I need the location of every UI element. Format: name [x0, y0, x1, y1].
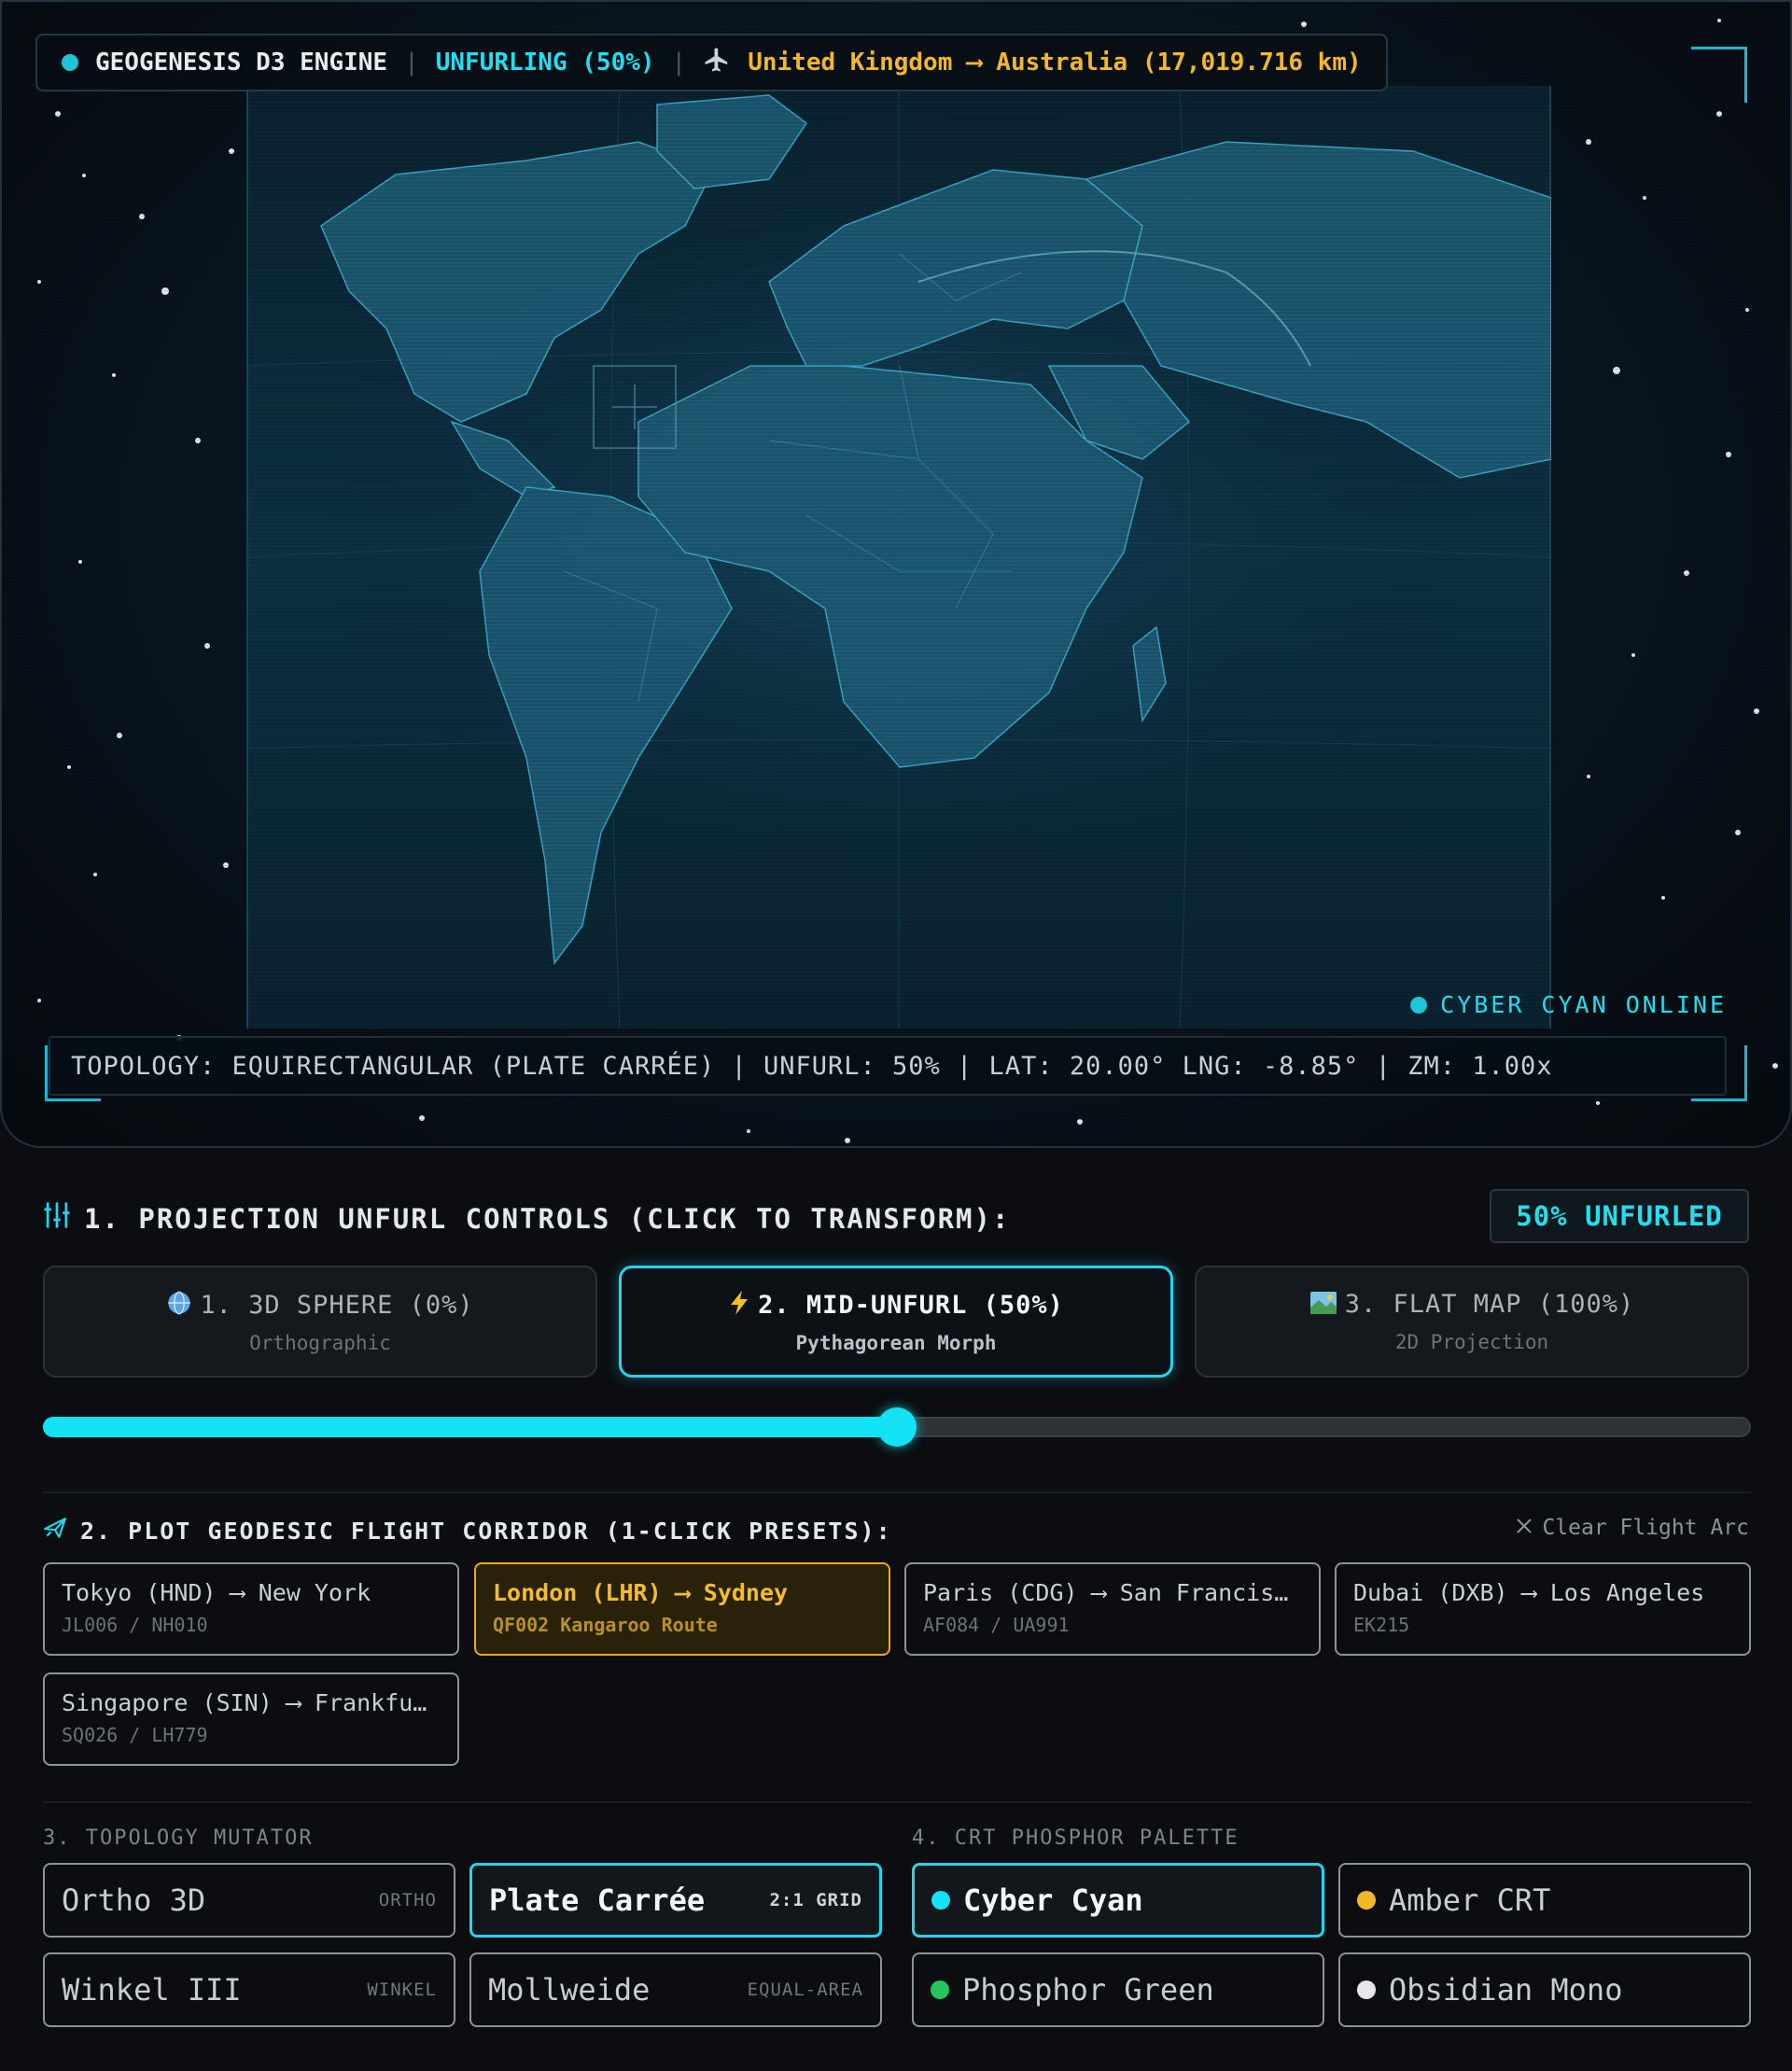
palette-phosphor-green-button[interactable]: Phosphor Green — [912, 1952, 1324, 2027]
mode-3d-sphere-button[interactable]: 1. 3D SPHERE (0%) Orthographic — [43, 1266, 597, 1378]
route-preset-dubai-losangeles[interactable]: Dubai (DXB) ⟶ Los Angeles EK215 — [1335, 1562, 1751, 1656]
frame-corner — [1691, 47, 1747, 103]
map-icon — [1309, 1291, 1337, 1322]
slider-fill — [43, 1417, 897, 1437]
palette-amber-crt-button[interactable]: Amber CRT — [1338, 1863, 1751, 1938]
topology-readout: TOPOLOGY: EQUIRECTANGULAR (PLATE CARRÉE)… — [49, 1036, 1727, 1096]
route-preset-paris-sanfrancisco[interactable]: Paris (CDG) ⟶ San Francisco AF084 / UA99… — [904, 1562, 1321, 1656]
topology-ortho-3d-button[interactable]: Ortho 3D ORTHO — [43, 1863, 455, 1938]
globe-icon — [166, 1290, 192, 1322]
cyan-swatch — [931, 1891, 950, 1910]
engine-status-bar: GEOGENESIS D3 ENGINE | UNFURLING (50%) |… — [35, 34, 1388, 91]
palette-cyber-cyan-button[interactable]: Cyber Cyan — [912, 1863, 1324, 1938]
topology-winkel-iii-button[interactable]: Winkel III WINKEL — [43, 1952, 455, 2027]
topology-mutator-label: 3. TOPOLOGY MUTATOR — [43, 1826, 314, 1850]
sliders-icon — [43, 1200, 71, 1237]
clear-flight-arc-button[interactable]: Clear Flight Arc — [1516, 1516, 1749, 1540]
palette-obsidian-mono-button[interactable]: Obsidian Mono — [1338, 1952, 1751, 2027]
route-preset-london-sydney[interactable]: London (LHR) ⟶ Sydney QF002 Kangaroo Rou… — [474, 1562, 890, 1656]
route-preset-singapore-frankfurt[interactable]: Singapore (SIN) ⟶ Frankfurt SQ026 / LH77… — [43, 1672, 459, 1766]
route-preset-tokyo-newyork[interactable]: Tokyo (HND) ⟶ New York JL006 / NH010 — [43, 1562, 459, 1656]
unfurl-badge: 50% UNFURLED — [1490, 1189, 1749, 1243]
online-dot — [1410, 996, 1428, 1014]
close-icon — [1516, 1516, 1533, 1540]
map-viewport[interactable]: GEOGENESIS D3 ENGINE | UNFURLING (50%) |… — [0, 0, 1792, 1148]
projection-controls-heading: 1. PROJECTION UNFURL CONTROLS (CLICK TO … — [43, 1200, 1010, 1237]
green-swatch — [931, 1980, 949, 1999]
palette-online-indicator: CYBER CYAN ONLINE — [1410, 991, 1727, 1018]
plane-icon — [43, 1516, 67, 1546]
engine-name: GEOGENESIS D3 ENGINE — [95, 49, 388, 77]
status-dot — [62, 54, 78, 71]
unfurl-slider[interactable] — [43, 1407, 1751, 1447]
lightning-icon — [728, 1290, 750, 1322]
unfurl-status: UNFURLING (50%) — [435, 49, 655, 77]
world-map[interactable] — [246, 86, 1551, 1029]
amber-swatch — [1357, 1891, 1376, 1910]
mode-flat-map-button[interactable]: 3. FLAT MAP (100%) 2D Projection — [1195, 1266, 1749, 1378]
slider-thumb[interactable] — [877, 1407, 917, 1447]
topology-plate-carree-button[interactable]: Plate Carrée 2:1 GRID — [469, 1863, 882, 1938]
mono-swatch — [1357, 1980, 1376, 1999]
airplane-icon — [703, 46, 731, 80]
mode-mid-unfurl-button[interactable]: 2. MID-UNFURL (50%) Pythagorean Morph — [619, 1266, 1173, 1378]
topology-mollweide-button[interactable]: Mollweide EQUAL-AREA — [469, 1952, 882, 2027]
route-readout: United Kingdom ⟶ Australia (17,019.716 k… — [748, 49, 1362, 77]
flight-corridor-heading: 2. PLOT GEODESIC FLIGHT CORRIDOR (1-CLIC… — [43, 1516, 892, 1546]
palette-label: 4. CRT PHOSPHOR PALETTE — [912, 1826, 1239, 1850]
